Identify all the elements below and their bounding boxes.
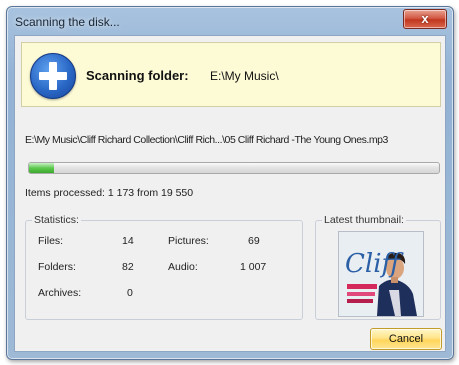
scanning-folder-label: Scanning folder: bbox=[86, 68, 189, 83]
scanning-banner: Scanning folder: E:\My Music\ bbox=[21, 42, 441, 107]
audio-value: 1 007 bbox=[240, 261, 267, 273]
title-bar[interactable]: Scanning the disk... x bbox=[7, 7, 453, 35]
audio-label: Audio: bbox=[168, 261, 198, 273]
current-file-path: E:\My Music\Cliff Richard Collection\Cli… bbox=[25, 134, 388, 146]
statistics-legend: Statistics: bbox=[32, 214, 81, 226]
items-processed-text: Items processed: 1 173 from 19 550 bbox=[25, 187, 194, 199]
thumbnail-legend: Latest thumbnail: bbox=[322, 214, 406, 226]
archives-value: 0 bbox=[127, 287, 133, 299]
add-plus-icon bbox=[30, 53, 76, 99]
pictures-label: Pictures: bbox=[168, 235, 209, 247]
close-button[interactable]: x bbox=[403, 9, 447, 29]
album-cover-title: Cliff bbox=[345, 249, 405, 279]
close-icon: x bbox=[421, 11, 429, 26]
statistics-group: Statistics: Files: 14 Folders: 82 Archiv… bbox=[25, 214, 303, 320]
scanning-folder-path: E:\My Music\ bbox=[210, 69, 279, 83]
pictures-value: 69 bbox=[248, 235, 260, 247]
dialog-body: Scanning folder: E:\My Music\ E:\My Musi… bbox=[14, 35, 446, 352]
folders-value: 82 bbox=[122, 261, 134, 273]
scan-progress-fill bbox=[29, 163, 54, 173]
cancel-button[interactable]: Cancel bbox=[370, 328, 442, 350]
files-label: Files: bbox=[38, 235, 64, 247]
files-value: 14 bbox=[122, 235, 134, 247]
scan-dialog-window: Scanning the disk... x Scanning folder: … bbox=[6, 6, 454, 360]
thumbnail-group: Latest thumbnail: Cliff bbox=[315, 214, 441, 320]
scan-progress-bar bbox=[28, 162, 440, 174]
folders-label: Folders: bbox=[38, 261, 76, 273]
album-cover-art: Cliff bbox=[339, 232, 423, 316]
album-cover-thumbnail: Cliff bbox=[338, 231, 424, 317]
window-title: Scanning the disk... bbox=[15, 15, 120, 29]
archives-label: Archives: bbox=[38, 287, 82, 299]
